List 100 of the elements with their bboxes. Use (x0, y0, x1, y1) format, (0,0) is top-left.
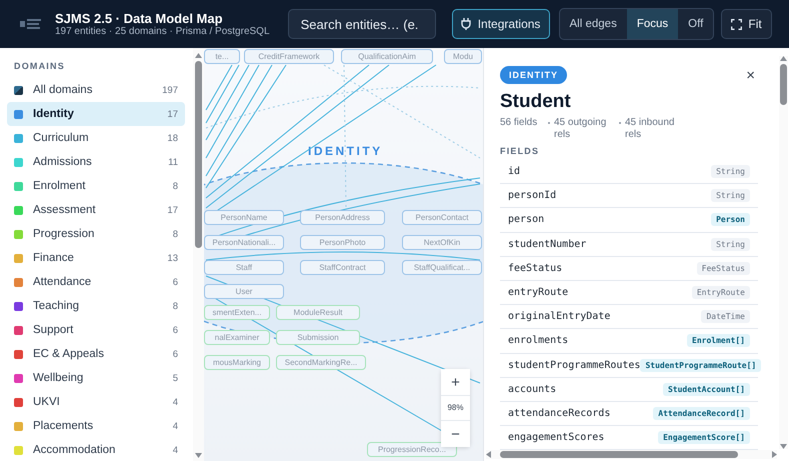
field-type-tag[interactable]: EngagementScore[] (658, 431, 750, 444)
entity-count: 8 (172, 300, 178, 312)
entity-count: 6 (172, 348, 178, 360)
entity-count: 4 (172, 396, 178, 408)
domain-name: Admissions (33, 156, 93, 168)
edge-mode-button[interactable]: Off (678, 9, 714, 39)
field-type-tag[interactable]: Enrolment[] (687, 334, 750, 348)
field-type-tag[interactable]: Person (711, 213, 750, 226)
domain-item[interactable]: Curriculum 18 (7, 126, 185, 150)
scroll-down-icon (780, 444, 787, 449)
domain-name: Assessment (33, 204, 97, 216)
plug-icon (460, 18, 471, 30)
domain-name: All domains (33, 84, 94, 96)
field-name: entryRoute (508, 287, 568, 298)
zoom-out-button[interactable]: − (441, 421, 470, 447)
entity-count: 18 (167, 132, 178, 144)
domain-item[interactable]: EC & Appeals 6 (7, 342, 185, 366)
entity-count: 5 (172, 372, 178, 384)
field-name: person (508, 214, 544, 226)
domain-item[interactable]: All domains 197 (7, 78, 185, 102)
scroll-up-icon (780, 56, 787, 61)
domain-name: Placements (33, 420, 94, 432)
expand-icon (731, 18, 742, 30)
domain-item[interactable]: Attendance 6 (7, 270, 185, 294)
field-type-tag[interactable]: StudentProgrammeRoute[] (640, 358, 762, 372)
panel-scrollbar[interactable] (779, 56, 788, 449)
field-name: engagementScores (508, 432, 604, 444)
domain-item[interactable]: Support 6 (7, 318, 185, 342)
entity-count: 197 (162, 84, 178, 96)
scroll-left-icon (486, 451, 491, 458)
scroll-thumb[interactable] (195, 61, 202, 248)
sidebar-heading: DOMAINS (14, 61, 66, 71)
domain-item[interactable]: Finance 13 (7, 246, 185, 270)
domain-item[interactable]: Admissions 11 (7, 150, 185, 174)
domain-name: Attendance (33, 276, 92, 288)
domain-name: Support (33, 324, 74, 336)
entity-count: 4 (172, 444, 178, 456)
domain-name: EC & Appeals (33, 348, 105, 360)
field-type-tag: FeeStatus (696, 262, 750, 275)
domain-name: Finance (33, 252, 75, 264)
field-name: id (508, 166, 520, 178)
field-type-tag: EntryRoute (692, 286, 750, 300)
field-type-tag[interactable]: StudentAccount[] (662, 382, 750, 396)
domain-name: Curriculum (33, 132, 90, 144)
domain-item[interactable]: Assessment 17 (7, 198, 185, 222)
domain-item[interactable]: Enrolment 8 (7, 174, 185, 198)
fit-button[interactable]: Fit (721, 9, 772, 39)
domain-name: Progression (33, 228, 96, 240)
diagram-canvas[interactable] (204, 48, 483, 461)
domain-name: Teaching (33, 300, 80, 312)
edge-mode-button[interactable]: Focus (626, 9, 678, 39)
domain-name: UKVI (33, 396, 61, 408)
domain-item[interactable]: Wellbeing 5 (7, 366, 185, 390)
domain-name: Accommodation (33, 444, 116, 456)
field-name: attendanceRecords (508, 408, 610, 419)
sidebar-scrollbar[interactable] (193, 48, 204, 461)
entity-count: 13 (167, 252, 178, 264)
field-name: studentNumber (508, 238, 586, 250)
entity-stat: 45 outgoing rels (554, 117, 608, 141)
domain-item[interactable]: Teaching 8 (7, 294, 185, 318)
entity-count: 17 (167, 108, 178, 120)
domain-item[interactable]: Identity 17 (7, 102, 185, 126)
field-name: accounts (508, 384, 556, 395)
search-field[interactable]: Search entities… (e. (288, 9, 436, 39)
domain-badge: IDENTITY (500, 66, 568, 84)
scroll-thumb[interactable] (500, 451, 738, 458)
app-title: SJMS 2.5 · Data Model Map (54, 10, 224, 26)
panel-horizontal-scrollbar[interactable] (486, 450, 777, 459)
logo-icon (20, 18, 42, 30)
field-type-tag: String (711, 238, 750, 251)
field-name: feeStatus (508, 262, 562, 274)
domain-item[interactable]: Accommodation 4 (7, 438, 185, 461)
entity-count: 6 (172, 276, 178, 288)
entity-count: 8 (172, 180, 178, 192)
app-subtitle: 197 entities · 25 domains · Prisma / PostgreSQL (54, 26, 270, 38)
field-name: enrolments (508, 335, 568, 346)
domain-item[interactable]: Progression 8 (7, 222, 185, 246)
domain-label: IDENTITY (308, 144, 383, 158)
domain-item[interactable]: Placements 4 (7, 414, 185, 438)
field-name: studentProgrammeRoutes (508, 360, 640, 371)
domain-name: Wellbeing (33, 372, 84, 384)
field-type-tag: String (711, 165, 750, 178)
entity-count: 6 (172, 324, 178, 336)
field-type-tag[interactable]: AttendanceRecord[] (653, 406, 750, 420)
edge-mode-button[interactable]: All edges (560, 9, 627, 39)
integrations-button[interactable]: Integrations (452, 9, 550, 39)
scroll-thumb[interactable] (780, 64, 787, 106)
field-type-tag: String (711, 189, 750, 202)
entity-count: 4 (172, 420, 178, 432)
zoom-in-button[interactable]: + (441, 369, 470, 395)
close-button[interactable]: × (746, 66, 755, 84)
entity-stat: 56 fields (500, 117, 538, 129)
domain-name: Identity (33, 108, 75, 120)
domain-item[interactable]: UKVI 4 (7, 390, 185, 414)
entity-count: 8 (172, 228, 178, 240)
fields-heading: FIELDS (500, 146, 540, 156)
scroll-down-icon (195, 453, 202, 458)
field-type-tag: DateTime (701, 310, 750, 324)
scroll-up-icon (195, 53, 202, 58)
scroll-right-icon (772, 451, 777, 458)
